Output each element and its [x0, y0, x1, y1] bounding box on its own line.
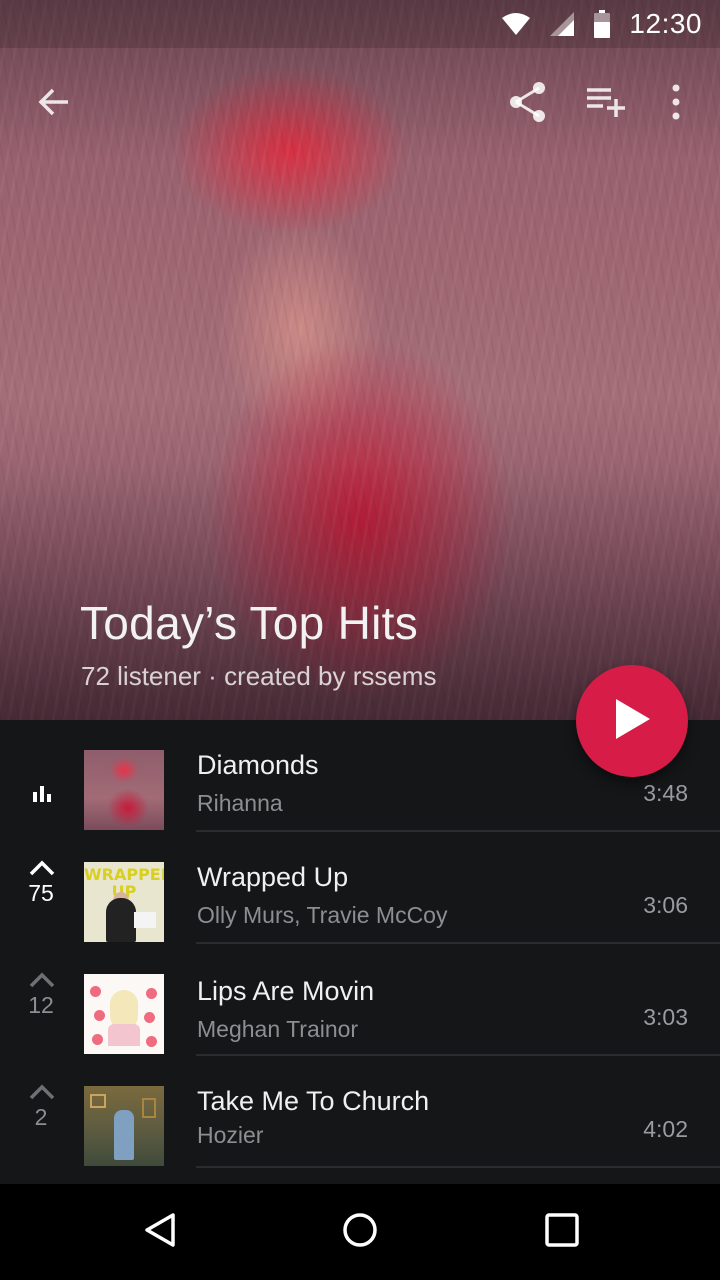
track-row[interactable]: 75 WRAPPED UP Wrapped Up Olly Murs, Trav…: [0, 832, 720, 944]
track-rank: [0, 720, 84, 832]
track-duration: 3:06: [643, 892, 688, 918]
back-button[interactable]: [24, 70, 84, 138]
track-rank: 75: [0, 832, 84, 944]
play-icon: [612, 697, 652, 746]
divider: [196, 1166, 720, 1168]
track-title: Lips Are Movin: [197, 976, 375, 1006]
album-art-dot: [94, 1010, 105, 1021]
album-art-label: [134, 912, 156, 928]
track-artist: Olly Murs, Travie McCoy: [197, 902, 448, 928]
nav-back-button[interactable]: [112, 1184, 208, 1280]
track-artist: Meghan Trainor: [197, 1016, 359, 1042]
album-art-dot: [146, 1036, 157, 1047]
vote-count: 75: [28, 880, 54, 906]
add-to-queue-icon: [585, 86, 627, 123]
album-art-dot: [92, 1034, 103, 1045]
nav-home-button[interactable]: [312, 1184, 408, 1280]
album-art: WRAPPED UP: [84, 862, 164, 942]
track-duration: 3:48: [643, 780, 688, 806]
track-rank: 2: [0, 1056, 84, 1168]
track-duration: 4:02: [643, 1116, 688, 1142]
vote-count: 2: [34, 1104, 48, 1130]
status-time: 12:30: [629, 8, 702, 39]
album-art-dot: [144, 1012, 155, 1023]
now-playing-icon: [33, 786, 51, 807]
upvote-icon[interactable]: [28, 860, 56, 878]
album-art-dot: [90, 986, 101, 997]
track-artist: Hozier: [197, 1122, 264, 1148]
nav-recents-icon: [545, 1212, 579, 1252]
playlist-title: Today’s Top Hits: [80, 597, 419, 649]
more-vert-icon: [670, 84, 682, 125]
track-rank: 12: [0, 944, 84, 1056]
play-button[interactable]: [576, 665, 688, 777]
back-arrow-icon: [36, 84, 72, 125]
system-nav-bar: [0, 1184, 720, 1280]
status-bar: 12:30: [0, 0, 720, 48]
album-art: [84, 974, 164, 1054]
album-art-figure: [106, 898, 136, 942]
track-artist: Rihanna: [197, 790, 283, 816]
app-toolbar: [0, 70, 720, 138]
share-icon: [508, 81, 548, 128]
track-list: Diamonds Rihanna 3:48 75 WRAPPED UP Wrap…: [0, 720, 720, 1184]
track-row[interactable]: 2 Take Me To Church Hozier 4:02: [0, 1056, 720, 1168]
playlist-subtitle: 72 listener · created by rssems: [81, 661, 437, 691]
upvote-icon[interactable]: [28, 972, 56, 990]
album-art: [84, 1086, 164, 1166]
album-art: [84, 750, 164, 830]
nav-back-icon: [142, 1212, 178, 1253]
nav-home-icon: [342, 1212, 378, 1253]
track-title: Take Me To Church: [197, 1086, 430, 1116]
share-button[interactable]: [498, 70, 558, 138]
battery-icon: [593, 10, 611, 38]
add-to-queue-button[interactable]: [576, 70, 636, 138]
album-art-detail: [142, 1098, 156, 1118]
track-title: Diamonds: [197, 750, 319, 780]
album-art-detail: [90, 1094, 106, 1108]
more-options-button[interactable]: [646, 70, 706, 138]
album-art-dot: [146, 988, 157, 999]
vote-count: 12: [28, 992, 54, 1018]
wifi-icon: [501, 12, 531, 36]
cell-signal-icon: [549, 11, 575, 37]
track-duration: 3:03: [643, 1004, 688, 1030]
album-art-figure: [114, 1110, 134, 1160]
upvote-icon[interactable]: [28, 1084, 56, 1102]
nav-recents-button[interactable]: [514, 1184, 610, 1280]
track-row[interactable]: 12 Lips Are Movin Meghan Trainor 3:03: [0, 944, 720, 1056]
track-title: Wrapped Up: [197, 862, 349, 892]
album-art-figure: [108, 1024, 140, 1046]
